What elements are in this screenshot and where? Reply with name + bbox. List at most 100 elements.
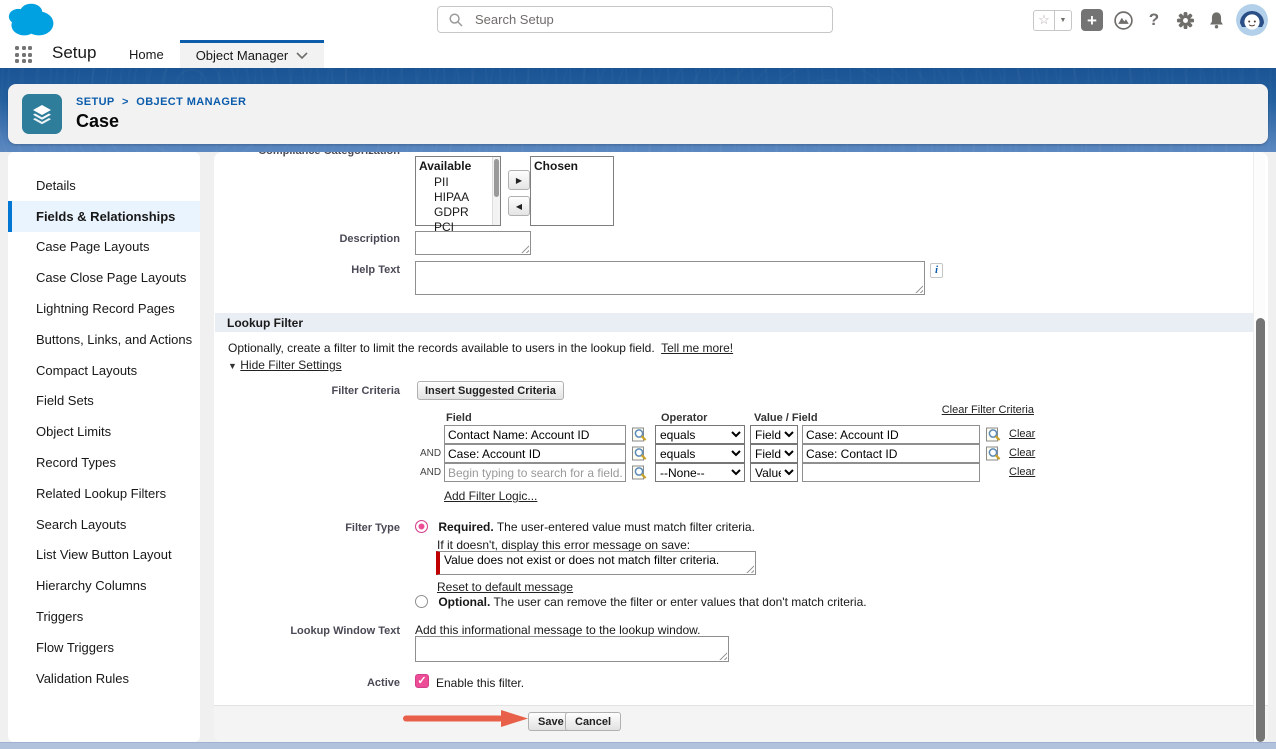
clear-row-link[interactable]: Clear [1009, 428, 1035, 440]
column-header-value-field: Value / Field [754, 412, 818, 424]
column-header-operator: Operator [661, 412, 707, 424]
reset-default-message-link[interactable]: Reset to default message [437, 580, 573, 594]
form-footer: Save Cancel [214, 705, 1268, 742]
quick-create-icon[interactable]: + [1081, 9, 1103, 31]
guidance-center-icon[interactable] [1112, 9, 1134, 31]
operator-select[interactable]: equals [655, 444, 745, 463]
hide-filter-settings[interactable]: ▼ Hide Filter Settings [228, 358, 342, 372]
enable-filter-checkbox[interactable]: ✓ [415, 674, 429, 688]
user-avatar[interactable] [1236, 4, 1268, 36]
operator-select[interactable]: --None-- [655, 463, 745, 482]
move-right-button[interactable]: ▶ [508, 170, 530, 190]
required-radio[interactable] [415, 520, 428, 533]
filter-criteria-row: equals Field Clear [420, 425, 1250, 444]
sidebar-item-compact-layouts[interactable]: Compact Layouts [8, 355, 200, 386]
and-label: AND [420, 448, 441, 459]
compliance-chosen-listbox[interactable]: Chosen [530, 156, 614, 226]
column-header-field: Field [446, 412, 472, 424]
notifications-bell-icon[interactable] [1205, 9, 1227, 31]
error-prompt-text: If it doesn't, display this error messag… [437, 538, 690, 552]
clear-filter-criteria-link[interactable]: Clear Filter Criteria [942, 404, 1034, 416]
operator-select[interactable]: equals [655, 425, 745, 444]
breadcrumb-setup-link[interactable]: SETUP [76, 96, 114, 108]
value-lookup-icon[interactable] [986, 446, 1001, 464]
sidebar-item-search-layouts[interactable]: Search Layouts [8, 509, 200, 540]
available-scrollbar[interactable] [492, 157, 500, 225]
list-item[interactable]: GDPR [416, 205, 500, 220]
sidebar-item-triggers[interactable]: Triggers [8, 601, 200, 632]
setup-nav-bar: Setup Home Object Manager [0, 40, 1276, 68]
field-lookup-icon[interactable] [632, 446, 647, 464]
lookup-window-textarea[interactable] [415, 636, 729, 662]
value-type-select[interactable]: Field [750, 444, 798, 463]
lookup-filter-section-header: Lookup Filter [215, 313, 1253, 332]
move-left-button[interactable]: ◀ [508, 196, 530, 216]
sidebar-item-fields-relationships[interactable]: Fields & Relationships [8, 201, 200, 232]
compliance-available-listbox[interactable]: Available PII HIPAA GDPR PCI [415, 156, 501, 226]
salesforce-logo-icon[interactable] [6, 2, 58, 38]
annotation-arrow [402, 710, 529, 727]
favorites-star-icon[interactable]: ☆ [1033, 10, 1055, 31]
field-input[interactable] [444, 463, 626, 482]
field-lookup-icon[interactable] [632, 465, 647, 483]
value-input[interactable] [802, 444, 980, 463]
sidebar-item-object-limits[interactable]: Object Limits [8, 416, 200, 447]
tell-me-more-link[interactable]: Tell me more! [661, 341, 733, 355]
clear-row-link[interactable]: Clear [1009, 466, 1035, 478]
help-icon[interactable]: ? [1143, 9, 1165, 31]
favorites-dropdown-icon[interactable]: ▼ [1055, 10, 1072, 31]
required-text: The user-entered value must match filter… [497, 520, 755, 534]
value-type-select[interactable]: Value [750, 463, 798, 482]
breadcrumb-object-manager-link[interactable]: OBJECT MANAGER [136, 96, 246, 108]
value-type-select[interactable]: Field [750, 425, 798, 444]
field-lookup-icon[interactable] [632, 427, 647, 445]
tab-home[interactable]: Home [113, 40, 180, 68]
lookup-window-text-label: Lookup Window Text [214, 625, 400, 637]
optional-radio[interactable] [415, 595, 428, 608]
chosen-title: Chosen [531, 157, 613, 175]
sidebar-item-field-sets[interactable]: Field Sets [8, 386, 200, 417]
sidebar-item-flow-triggers[interactable]: Flow Triggers [8, 632, 200, 663]
info-icon[interactable]: i [930, 263, 943, 278]
setup-app-label: Setup [52, 43, 96, 63]
scrollbar-thumb[interactable] [1256, 318, 1265, 742]
page-title: Case [76, 111, 119, 132]
collapse-triangle-icon: ▼ [228, 361, 237, 371]
list-item[interactable]: PII [416, 175, 500, 190]
active-label: Active [214, 677, 400, 689]
field-input[interactable] [444, 425, 626, 444]
list-item[interactable]: HIPAA [416, 190, 500, 205]
insert-suggested-criteria-button[interactable]: Insert Suggested Criteria [417, 381, 564, 400]
setup-gear-icon[interactable] [1174, 9, 1196, 31]
app-launcher-icon[interactable] [15, 46, 32, 63]
filter-criteria-row: AND --None-- Value Clear [420, 463, 1250, 482]
sidebar-item-lightning-record-pages[interactable]: Lightning Record Pages [8, 293, 200, 324]
sidebar-item-details[interactable]: Details [8, 170, 200, 201]
sidebar-item-record-types[interactable]: Record Types [8, 447, 200, 478]
help-text-textarea[interactable] [415, 261, 925, 295]
page-bottom-strip [0, 742, 1276, 749]
value-input[interactable] [802, 425, 980, 444]
error-message-textarea[interactable]: Value does not exist or does not match f… [436, 551, 756, 575]
sidebar-item-case-page-layouts[interactable]: Case Page Layouts [8, 232, 200, 263]
sidebar-item-list-view-button-layout[interactable]: List View Button Layout [8, 540, 200, 571]
lookup-filter-intro: Optionally, create a filter to limit the… [228, 341, 733, 355]
description-textarea[interactable] [415, 231, 531, 255]
sidebar-item-related-lookup-filters[interactable]: Related Lookup Filters [8, 478, 200, 509]
add-filter-logic-link[interactable]: Add Filter Logic... [444, 489, 537, 503]
tab-object-manager[interactable]: Object Manager [180, 40, 325, 68]
description-textarea-wrap [415, 231, 531, 255]
field-input[interactable] [444, 444, 626, 463]
value-input[interactable] [802, 463, 980, 482]
sidebar-item-validation-rules[interactable]: Validation Rules [8, 663, 200, 694]
sidebar-item-case-close-page-layouts[interactable]: Case Close Page Layouts [8, 262, 200, 293]
sidebar-item-buttons-links-actions[interactable]: Buttons, Links, and Actions [8, 324, 200, 355]
value-lookup-icon[interactable] [986, 427, 1001, 445]
clear-row-link[interactable]: Clear [1009, 447, 1035, 459]
sidebar-item-hierarchy-columns[interactable]: Hierarchy Columns [8, 570, 200, 601]
page-header-banner: SETUP > OBJECT MANAGER Case [0, 68, 1276, 152]
cancel-button[interactable]: Cancel [565, 712, 621, 731]
search-input[interactable]: Search Setup [437, 6, 833, 33]
content-scrollbar[interactable] [1253, 152, 1265, 742]
description-label: Description [214, 233, 400, 245]
